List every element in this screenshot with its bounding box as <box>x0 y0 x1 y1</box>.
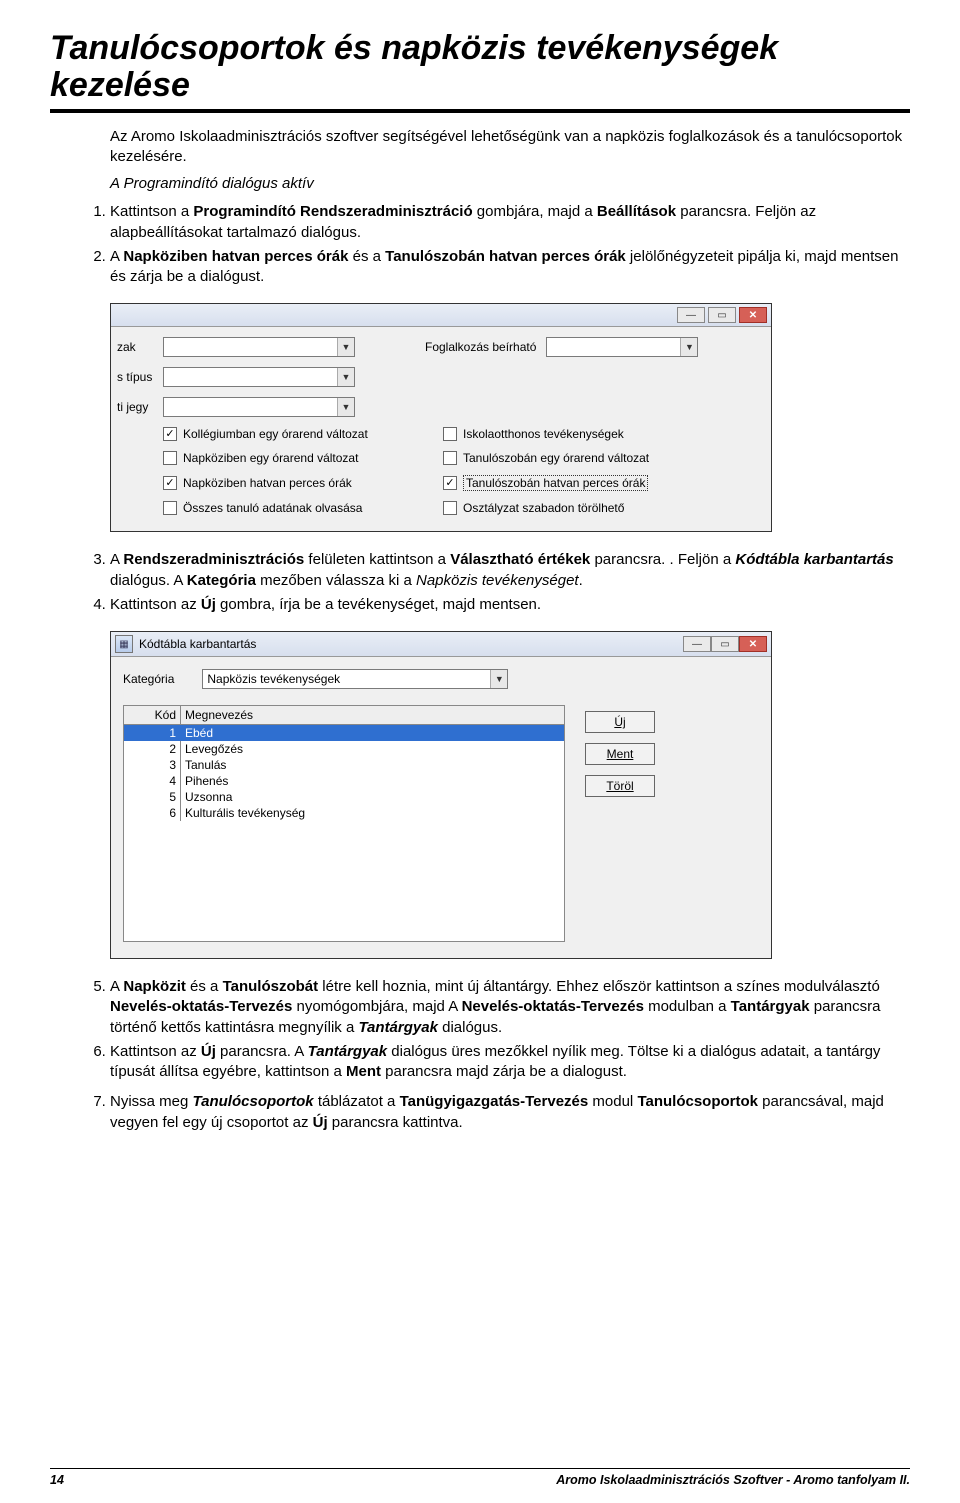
field-label-foglalkozas: Foglalkozás beírható <box>425 340 536 354</box>
steps-7: Nyissa meg Tanulócsoportok táblázatot a … <box>86 1092 910 1133</box>
close-button[interactable]: ✕ <box>739 636 767 652</box>
category-value: Napközis tevékenységek <box>207 672 340 686</box>
cell-kod: 4 <box>124 773 181 789</box>
checkbox-icon <box>443 451 457 465</box>
checkbox-item[interactable]: Napköziben hatvan perces órák <box>163 475 443 491</box>
category-label: Kategória <box>123 672 174 686</box>
maximize-button[interactable]: ▭ <box>708 307 736 323</box>
step-4: Kattintson az Új gombra, írja be a tevék… <box>110 595 910 615</box>
step-5: A Napközit és a Tanulószobát létre kell … <box>110 977 910 1038</box>
page-footer: 14 Aromo Iskolaadminisztrációs Szoftver … <box>50 1468 910 1487</box>
tijegy-combo[interactable]: ▼ <box>163 397 355 417</box>
cell-kod: 2 <box>124 741 181 757</box>
table-row[interactable]: 3Tanulás <box>124 757 564 773</box>
cell-kod: 3 <box>124 757 181 773</box>
checkbox-item[interactable]: Napköziben egy órarend változat <box>163 451 443 465</box>
checkbox-label: Napköziben hatvan perces órák <box>183 476 352 490</box>
chevron-down-icon: ▼ <box>337 368 354 386</box>
cell-megnevezes: Kulturális tevékenység <box>181 805 564 821</box>
window-titlebar: — ▭ ✕ <box>111 304 771 327</box>
table-row[interactable]: 2Levegőzés <box>124 741 564 757</box>
window-title: Kódtábla karbantartás <box>139 637 683 651</box>
maximize-button[interactable]: ▭ <box>711 636 739 652</box>
cell-kod: 1 <box>124 725 181 741</box>
step-2: A Napköziben hatvan perces órák és a Tan… <box>110 247 910 288</box>
ment-button[interactable]: Ment <box>585 743 655 765</box>
checkbox-item[interactable]: Tanulószobán egy órarend változat <box>443 451 723 465</box>
checkbox-label: Összes tanuló adatának olvasása <box>183 501 362 515</box>
field-label-tijegy: ti jegy <box>117 400 163 414</box>
zak-combo[interactable]: ▼ <box>163 337 355 357</box>
table-row[interactable]: 4Pihenés <box>124 773 564 789</box>
steps-1-2: Kattintson a Programindító Rendszeradmin… <box>86 202 910 287</box>
cell-kod: 6 <box>124 805 181 821</box>
step-1: Kattintson a Programindító Rendszeradmin… <box>110 202 910 243</box>
intro-text: Az Aromo Iskolaadminisztrációs szoftver … <box>110 127 910 168</box>
screenshot-kodtabla: ▦ Kódtábla karbantartás — ▭ ✕ Kategória … <box>110 631 772 959</box>
title-rule <box>50 109 910 113</box>
category-select[interactable]: Napközis tevékenységek ▼ <box>202 669 508 689</box>
table-row[interactable]: 6Kulturális tevékenység <box>124 805 564 821</box>
torol-button[interactable]: Töröl <box>585 775 655 797</box>
foglalkozas-combo[interactable]: ▼ <box>546 337 698 357</box>
steps-3-4: A Rendszeradminisztrációs felületen katt… <box>86 550 910 615</box>
checkbox-label: Iskolaotthonos tevékenységek <box>463 427 624 441</box>
checkbox-icon <box>163 476 177 490</box>
chevron-down-icon: ▼ <box>490 670 507 688</box>
checkbox-label: Napköziben egy órarend változat <box>183 451 358 465</box>
checkbox-icon <box>443 427 457 441</box>
chevron-down-icon: ▼ <box>337 398 354 416</box>
subhead: A Programindító dialógus aktív <box>110 175 910 192</box>
uj-button[interactable]: Új <box>585 711 655 733</box>
minimize-button[interactable]: — <box>683 636 711 652</box>
col-kod: Kód <box>124 706 181 724</box>
close-button[interactable]: ✕ <box>739 307 767 323</box>
chevron-down-icon: ▼ <box>680 338 697 356</box>
checkbox-item[interactable]: Kollégiumban egy órarend változat <box>163 427 443 441</box>
chevron-down-icon: ▼ <box>337 338 354 356</box>
checkbox-icon <box>163 427 177 441</box>
page-number: 14 <box>50 1473 64 1487</box>
checkbox-label: Osztályzat szabadon törölhető <box>463 501 624 515</box>
checkbox-label: Tanulószobán egy órarend változat <box>463 451 649 465</box>
checkbox-label: Kollégiumban egy órarend változat <box>183 427 368 441</box>
checkbox-label: Tanulószobán hatvan perces órák <box>463 475 648 491</box>
app-icon: ▦ <box>115 635 133 653</box>
minimize-button[interactable]: — <box>677 307 705 323</box>
table-header: Kód Megnevezés <box>124 706 564 725</box>
checkbox-item[interactable]: Összes tanuló adatának olvasása <box>163 501 443 515</box>
cell-megnevezes: Levegőzés <box>181 741 564 757</box>
screenshot-settings: — ▭ ✕ zak ▼ Foglalkozás beírható ▼ s típ… <box>110 303 772 532</box>
cell-kod: 5 <box>124 789 181 805</box>
page-title: Tanulócsoportok és napközis tevékenysége… <box>50 30 910 105</box>
stipus-combo[interactable]: ▼ <box>163 367 355 387</box>
checkbox-item[interactable]: Tanulószobán hatvan perces órák <box>443 475 723 491</box>
step-6: Kattintson az Új parancsra. A Tantárgyak… <box>110 1042 910 1083</box>
checkbox-icon <box>443 501 457 515</box>
footer-text: Aromo Iskolaadminisztrációs Szoftver - A… <box>556 1473 910 1487</box>
field-label-zak: zak <box>117 340 163 354</box>
col-megnevezes: Megnevezés <box>181 706 564 724</box>
checkbox-item[interactable]: Iskolaotthonos tevékenységek <box>443 427 723 441</box>
field-label-stipus: s típus <box>117 370 163 384</box>
cell-megnevezes: Ebéd <box>181 725 564 741</box>
steps-5-6: A Napközit és a Tanulószobát létre kell … <box>86 977 910 1082</box>
table-row[interactable]: 1Ebéd <box>124 725 564 741</box>
step-7: Nyissa meg Tanulócsoportok táblázatot a … <box>110 1092 910 1133</box>
cell-megnevezes: Uzsonna <box>181 789 564 805</box>
window-titlebar: ▦ Kódtábla karbantartás — ▭ ✕ <box>111 632 771 657</box>
step-3: A Rendszeradminisztrációs felületen katt… <box>110 550 910 591</box>
checkbox-item[interactable]: Osztályzat szabadon törölhető <box>443 501 723 515</box>
code-table: Kód Megnevezés 1Ebéd2Levegőzés3Tanulás4P… <box>123 705 565 942</box>
table-row[interactable]: 5Uzsonna <box>124 789 564 805</box>
checkbox-icon <box>443 476 457 490</box>
checkbox-icon <box>163 451 177 465</box>
cell-megnevezes: Tanulás <box>181 757 564 773</box>
checkbox-icon <box>163 501 177 515</box>
cell-megnevezes: Pihenés <box>181 773 564 789</box>
